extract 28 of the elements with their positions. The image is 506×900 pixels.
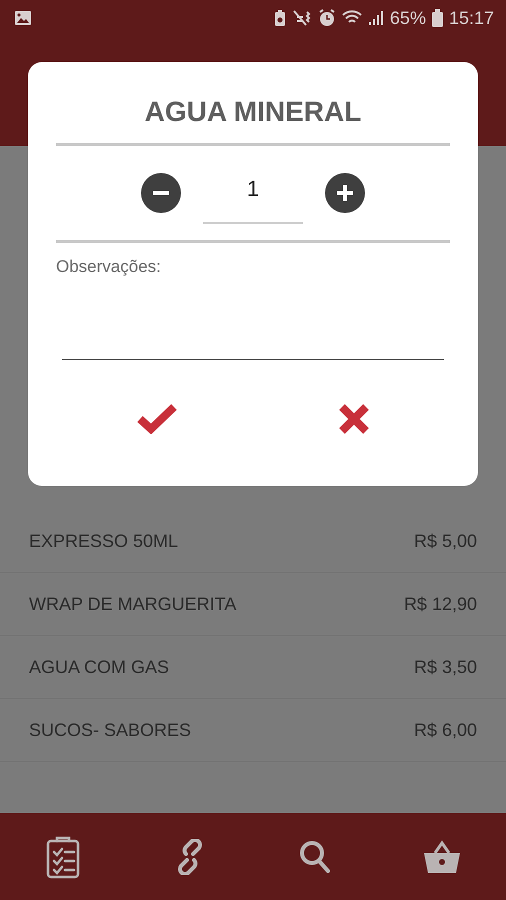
battery-saver-icon [274, 9, 286, 27]
checklist-icon[interactable] [45, 834, 82, 878]
item-name: EXPRESSO 50ML [29, 530, 178, 552]
dialog-title: AGUA MINERAL [144, 96, 362, 129]
item-name: WRAP DE MARGUERITA [29, 594, 236, 614]
item-name: AGUA COM GAS [29, 656, 170, 678]
quantity-field[interactable]: 1 [203, 176, 303, 224]
clock-time: 15:17 [448, 8, 494, 28]
plus-button[interactable] [325, 173, 365, 213]
item-price: R$ 6,00 [414, 720, 477, 740]
battery-percentage: 65% [390, 8, 426, 28]
item-price: R$ 3,50 [414, 656, 477, 678]
item-name: SUCOS- SABORES [29, 720, 192, 740]
basket-icon[interactable] [422, 838, 461, 874]
vibrate-mute-icon [292, 9, 312, 27]
search-icon[interactable] [298, 838, 332, 874]
item-price: R$ 12,90 [404, 594, 477, 614]
minus-button[interactable] [141, 173, 181, 213]
item-price: R$ 5,00 [414, 530, 477, 552]
battery-icon [432, 9, 443, 27]
notes-label: Observações: [56, 257, 161, 277]
minus-icon [153, 191, 169, 195]
plus-icon [334, 182, 356, 204]
checkmark-icon [136, 402, 178, 434]
signal-icon [368, 10, 384, 26]
alarm-icon [318, 9, 336, 27]
image-icon [14, 10, 32, 26]
close-icon [336, 402, 370, 436]
